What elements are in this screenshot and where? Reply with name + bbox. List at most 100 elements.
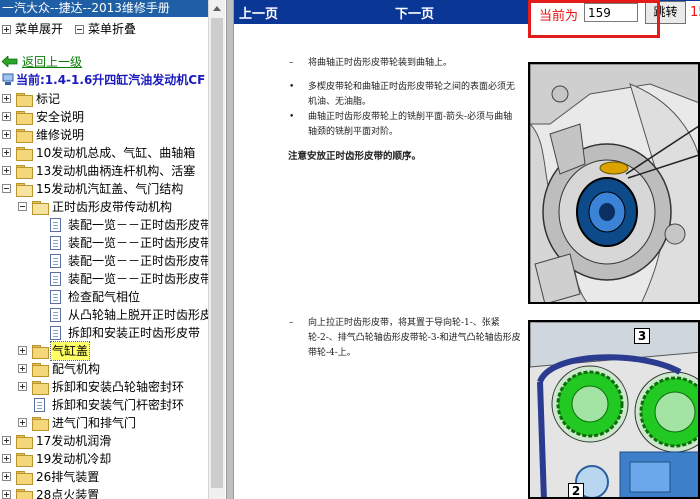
expand-node-icon[interactable] — [2, 436, 11, 445]
tree-item-label: 17发动机润滑 — [36, 434, 112, 448]
expand-node-icon[interactable] — [18, 382, 27, 391]
instruction-text: 多楔皮带轮和曲轴正时齿形皮带轮之间的表面必须无机油、无油脂。 — [308, 82, 516, 107]
document-icon — [50, 236, 61, 250]
tree-item[interactable]: 28点火装置 — [0, 486, 208, 499]
document-viewer: 上一页 下一页 当前为 跳转 15 – 将曲轴正时齿形皮带轮装到曲轴上。 • 多… — [234, 0, 700, 499]
folder-icon — [32, 363, 49, 377]
folder-icon — [16, 147, 33, 161]
tree-item[interactable]: 10发动机总成、气缸、曲轴箱 — [0, 144, 208, 162]
expand-node-icon[interactable] — [2, 94, 11, 103]
expand-node-icon[interactable] — [18, 346, 27, 355]
instruction-step: • 多楔皮带轮和曲轴正时齿形皮带轮之间的表面必须无机油、无油脂。 — [289, 80, 518, 110]
expand-node-icon[interactable] — [18, 364, 27, 373]
callout-number: 3 — [634, 328, 650, 344]
tree-item[interactable]: 安全说明 — [0, 108, 208, 126]
tree-item[interactable]: 气缸盖 — [0, 341, 208, 361]
tree-item-label: 气缸盖 — [49, 341, 91, 361]
tree-item[interactable]: 检查配气相位 — [0, 288, 208, 306]
chapter-tree: 标记安全说明维修说明 10发动机总成、气缸、曲轴箱 13发动机曲柄连杆机构、活塞 15… — [0, 90, 208, 499]
step-marker: – — [289, 58, 294, 68]
computer-icon — [2, 73, 14, 85]
tree-item-label: 10发动机总成、气缸、曲轴箱 — [36, 146, 196, 160]
tree-item-label: 检查配气相位 — [68, 290, 141, 304]
folder-icon — [16, 129, 33, 143]
tree-item-label: 装配一览－－正时齿形皮带 — [68, 218, 208, 232]
tree-item[interactable]: 标记 — [0, 90, 208, 108]
expand-node-icon[interactable] — [2, 472, 11, 481]
tree-item-label: 15发动机汽缸盖、气门结构 — [36, 182, 184, 196]
instruction-step: – 向上拉正时齿形皮带，将其置于导向轮-1-、张紧轮-2-、排气凸轮轴齿形皮带轮… — [289, 316, 523, 361]
instruction-step: • 曲轴正时齿形皮带轮上的铣削平面-箭头-必须与曲轴轴颈的铣削平面对阶。 — [289, 110, 518, 140]
tree-item[interactable]: 装配一览－－正时齿形皮带 — [0, 252, 208, 270]
expand-node-icon[interactable] — [2, 130, 11, 139]
crankshaft-illustration — [528, 62, 700, 304]
expand-node-icon[interactable] — [2, 166, 11, 175]
folder-icon — [32, 417, 49, 431]
collapse-menu-button[interactable]: 菜单折叠 — [75, 20, 136, 38]
tree-item[interactable]: 正时齿形皮带传动机构 — [0, 198, 208, 216]
collapse-node-icon[interactable] — [18, 202, 27, 211]
crankshaft-drawing — [530, 64, 698, 302]
document-icon — [50, 308, 61, 322]
tree-item[interactable]: 19发动机冷却 — [0, 450, 208, 468]
tree-scrollbar[interactable] — [208, 0, 225, 499]
prev-page-link[interactable]: 上一页 — [239, 3, 278, 22]
tree-item[interactable]: 从凸轮轴上脱开正时齿形皮带 — [0, 306, 208, 324]
scroll-up-icon[interactable] — [209, 0, 225, 17]
expand-node-icon[interactable] — [2, 490, 11, 499]
tree-item[interactable]: 17发动机润滑 — [0, 432, 208, 450]
expand-menu-button[interactable]: 菜单展开 — [2, 20, 63, 38]
folder-icon — [16, 489, 33, 499]
tree-item-label: 安全说明 — [36, 110, 85, 124]
highlight-box — [528, 0, 660, 38]
back-arrow-icon — [1, 55, 18, 68]
current-location: 当前:1.4-1.6升四缸汽油发动机CF — [2, 72, 208, 88]
next-page-link[interactable]: 下一页 — [395, 3, 434, 22]
tree-item[interactable]: 装配一览－－正时齿形皮带 — [0, 270, 208, 288]
instruction-text: 曲轴正时齿形皮带轮上的铣削平面-箭头-必须与曲轴轴颈的铣削平面对阶。 — [308, 112, 513, 137]
tree-item[interactable]: 拆卸和安装凸轮轴密封环 — [0, 378, 208, 396]
expand-menu-label: 菜单展开 — [15, 22, 64, 36]
tree-item-label: 拆卸和安装气门杆密封环 — [52, 398, 185, 412]
tree-item-label: 装配一览－－正时齿形皮带 — [68, 236, 208, 250]
folder-icon — [16, 111, 33, 125]
tree-item-label: 装配一览－－正时齿形皮带 — [68, 254, 208, 268]
tree-item[interactable]: 进气门和排气门 — [0, 414, 208, 432]
expand-node-icon[interactable] — [18, 418, 27, 427]
document-icon — [50, 218, 61, 232]
tree-item[interactable]: 15发动机汽缸盖、气门结构 — [0, 180, 208, 198]
menu-toolbar: 菜单展开 菜单折叠 — [0, 20, 208, 38]
folder-icon — [16, 435, 33, 449]
document-icon — [34, 398, 45, 412]
expand-node-icon[interactable] — [2, 148, 11, 157]
tree-item[interactable]: 13发动机曲柄连杆机构、活塞 — [0, 162, 208, 180]
tree-item[interactable]: 装配一览－－正时齿形皮带 — [0, 216, 208, 234]
expand-node-icon[interactable] — [2, 112, 11, 121]
tree-item[interactable]: 维修说明 — [0, 126, 208, 144]
back-link[interactable]: 返回上一级 — [1, 54, 83, 70]
collapse-menu-label: 菜单折叠 — [88, 22, 137, 36]
back-link-label: 返回上一级 — [22, 55, 83, 69]
tree-item[interactable]: 26排气装置 — [0, 468, 208, 486]
expand-node-icon[interactable] — [2, 454, 11, 463]
window-title: 一汽大众--捷达--2013维修手册 — [0, 0, 208, 17]
page-total: 15 — [690, 5, 700, 20]
tree-item[interactable]: 拆卸和安装正时齿形皮带 — [0, 324, 208, 342]
tree-item-label: 19发动机冷却 — [36, 452, 112, 466]
pane-divider[interactable] — [226, 0, 234, 499]
timing-belt-illustration: 3 2 — [528, 320, 700, 499]
tree-item-label: 拆卸和安装凸轮轴密封环 — [52, 380, 185, 394]
instruction-text: 向上拉正时齿形皮带，将其置于导向轮-1-、张紧轮-2-、排气凸轮轴齿形皮带轮-3… — [308, 318, 521, 358]
timing-belt-drawing — [530, 322, 698, 497]
tree-item-label: 配气机构 — [52, 362, 101, 376]
collapse-node-icon[interactable] — [2, 184, 11, 193]
document-icon — [50, 272, 61, 286]
scroll-thumb[interactable] — [211, 18, 223, 488]
tree-item[interactable]: 拆卸和安装气门杆密封环 — [0, 396, 208, 414]
current-location-label: 当前:1.4-1.6升四缸汽油发动机CF — [16, 73, 206, 87]
folder-icon — [16, 183, 33, 197]
document-icon — [50, 254, 61, 268]
instruction-text: 将曲轴正时齿形皮带轮装到曲轴上。 — [308, 58, 453, 68]
tree-item[interactable]: 装配一览－－正时齿形皮带 — [0, 234, 208, 252]
tree-item[interactable]: 配气机构 — [0, 360, 208, 378]
